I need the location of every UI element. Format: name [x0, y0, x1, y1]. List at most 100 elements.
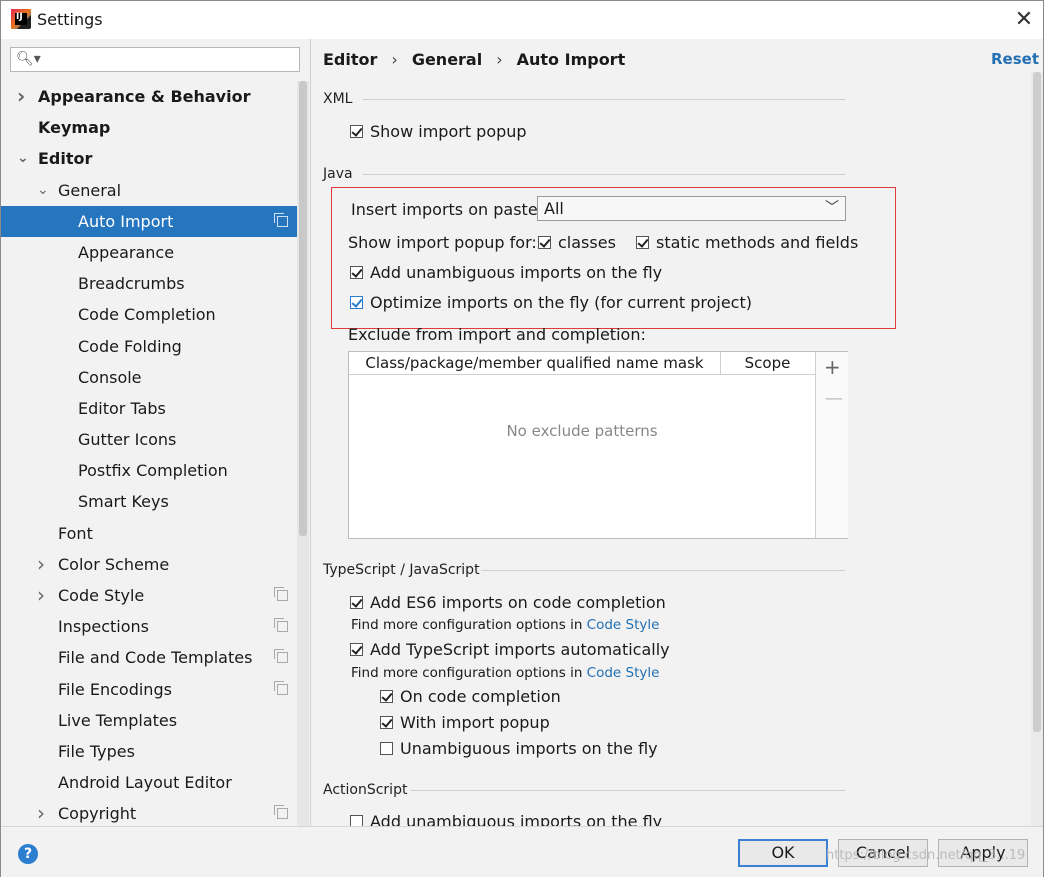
- sidebar-item-label: Postfix Completion: [78, 461, 228, 481]
- code-style-link[interactable]: Code Style: [587, 665, 660, 681]
- sidebar-item-auto-import[interactable]: Auto Import: [1, 205, 297, 237]
- sidebar-item-label: Console: [78, 367, 142, 387]
- popup-static-checkbox[interactable]: static methods and fields: [636, 233, 858, 252]
- plus-icon[interactable]: +: [824, 355, 841, 379]
- as-unambiguous-checkbox[interactable]: Add unambiguous imports on the fly: [350, 812, 662, 826]
- sidebar-item-editor-tabs[interactable]: Editor Tabs: [1, 393, 297, 424]
- sidebar-item-code-folding[interactable]: Code Folding: [1, 331, 297, 362]
- optimize-imports-checkbox[interactable]: Optimize imports on the fly (for current…: [350, 293, 752, 312]
- sidebar-item-label: Appearance & Behavior: [38, 87, 251, 106]
- divider: [411, 790, 845, 791]
- sidebar-item-label: File and Code Templates: [58, 648, 253, 668]
- add-unambiguous-checkbox[interactable]: Add unambiguous imports on the fly: [350, 263, 662, 282]
- sidebar-item-android-layout-editor[interactable]: Android Layout Editor: [1, 767, 297, 798]
- checkbox[interactable]: [380, 742, 393, 755]
- sidebar-item-label: File Types: [58, 741, 135, 761]
- sidebar-item-copyright[interactable]: › Copyright: [1, 798, 297, 826]
- sidebar-item-label: Font: [58, 523, 93, 543]
- sidebar-item-keymap[interactable]: Keymap: [1, 112, 297, 143]
- content-scrollbar[interactable]: [1031, 72, 1043, 826]
- sidebar-item-general[interactable]: ⌄ General: [1, 175, 297, 206]
- chevron-down-icon[interactable]: ⌄: [17, 143, 29, 174]
- checkbox[interactable]: [350, 266, 363, 279]
- checkbox[interactable]: [350, 125, 363, 138]
- window-title: Settings: [37, 10, 103, 29]
- unambiguous-fly-checkbox[interactable]: Unambiguous imports on the fly: [380, 739, 658, 758]
- content-scrollbar-thumb[interactable]: [1033, 72, 1041, 732]
- on-code-completion-checkbox[interactable]: On code completion: [380, 687, 561, 706]
- reset-link[interactable]: Reset: [991, 50, 1039, 68]
- table-header: Class/package/member qualified name mask…: [349, 352, 815, 375]
- sidebar-item-smart-keys[interactable]: Smart Keys: [1, 486, 297, 517]
- insert-imports-label: Insert imports on paste:: [351, 200, 544, 219]
- sidebar-item-console[interactable]: Console: [1, 362, 297, 393]
- checkbox[interactable]: [350, 643, 363, 656]
- search-icon: 🔍︎▾: [16, 51, 41, 67]
- auto-import-panel: Editor › General › Auto Import Reset XML Sho…: [311, 39, 1043, 826]
- sidebar-scrollbar[interactable]: [297, 81, 309, 826]
- section-xml: XML: [323, 91, 353, 107]
- popup-classes-checkbox[interactable]: classes: [538, 233, 616, 252]
- sidebar-item-code-completion[interactable]: Code Completion: [1, 299, 297, 330]
- checkbox[interactable]: [350, 296, 363, 309]
- ok-button[interactable]: OK: [738, 839, 828, 867]
- section-actionscript: ActionScript: [323, 782, 408, 798]
- sidebar-item-label: Editor Tabs: [78, 398, 166, 418]
- insert-imports-select[interactable]: All ﹀: [537, 196, 846, 221]
- sidebar-item-breadcrumbs[interactable]: Breadcrumbs: [1, 268, 297, 299]
- sidebar-item-appearance[interactable]: Appearance: [1, 237, 297, 268]
- sidebar-item-label: Code Folding: [78, 336, 182, 356]
- sidebar-item-file-encodings[interactable]: File Encodings: [1, 674, 297, 705]
- breadcrumb-separator: ›: [496, 50, 503, 69]
- show-popup-for-label: Show import popup for:: [348, 233, 537, 252]
- checkbox[interactable]: [380, 716, 393, 729]
- sidebar-item-label: Code Completion: [78, 305, 216, 325]
- sidebar-item-label: Appearance: [78, 242, 175, 262]
- project-scope-icon: [274, 587, 288, 601]
- checkbox[interactable]: [538, 236, 551, 249]
- divider: [363, 99, 845, 100]
- sidebar-item-file-types[interactable]: File Types: [1, 736, 297, 767]
- sidebar-item-editor[interactable]: ⌄ Editor: [1, 143, 297, 174]
- column-header-mask[interactable]: Class/package/member qualified name mask: [349, 352, 721, 374]
- checkbox[interactable]: [636, 236, 649, 249]
- sidebar-item-label: Breadcrumbs: [78, 274, 185, 294]
- chevron-right-icon[interactable]: ›: [37, 580, 45, 611]
- sidebar-item-label: Code Style: [58, 586, 145, 605]
- sidebar-item-live-templates[interactable]: Live Templates: [1, 705, 297, 736]
- checkbox[interactable]: [380, 690, 393, 703]
- find-more-text: Find more configuration options in Code …: [351, 665, 660, 681]
- column-header-scope[interactable]: Scope: [720, 352, 815, 374]
- sidebar-item-inspections[interactable]: Inspections: [1, 611, 297, 642]
- help-icon[interactable]: ?: [18, 844, 38, 864]
- find-more-text: Find more configuration options in Code …: [351, 617, 660, 633]
- chevron-down-icon[interactable]: ⌄: [37, 175, 49, 206]
- chevron-right-icon[interactable]: ›: [17, 81, 25, 112]
- search-input[interactable]: 🔍︎▾: [10, 47, 300, 72]
- sidebar-scrollbar-thumb[interactable]: [299, 81, 307, 536]
- project-scope-icon: [274, 680, 288, 695]
- sidebar-item-gutter-icons[interactable]: Gutter Icons: [1, 424, 297, 455]
- sidebar-item-font[interactable]: Font: [1, 518, 297, 549]
- close-icon[interactable]: ✕: [1011, 7, 1037, 33]
- sidebar-item-postfix-completion[interactable]: Postfix Completion: [1, 455, 297, 486]
- minus-icon[interactable]: —: [825, 388, 843, 409]
- breadcrumb-editor: Editor: [323, 50, 378, 69]
- code-style-link[interactable]: Code Style: [587, 617, 660, 633]
- es6-imports-checkbox[interactable]: Add ES6 imports on code completion: [350, 593, 666, 612]
- sidebar-item-appearance-behavior[interactable]: › Appearance & Behavior: [1, 81, 297, 112]
- sidebar-item-label: Color Scheme: [58, 554, 170, 574]
- chevron-right-icon[interactable]: ›: [37, 549, 45, 580]
- sidebar-item-label: Android Layout Editor: [58, 773, 232, 793]
- sidebar-item-label: Copyright: [58, 804, 137, 824]
- sidebar-item-code-style[interactable]: › Code Style: [1, 580, 297, 611]
- checkbox[interactable]: [350, 815, 363, 826]
- ts-auto-imports-checkbox[interactable]: Add TypeScript imports automatically: [350, 640, 670, 659]
- with-import-popup-checkbox[interactable]: With import popup: [380, 713, 550, 732]
- checkbox[interactable]: [350, 596, 363, 609]
- xml-show-import-popup[interactable]: Show import popup: [350, 122, 527, 141]
- sidebar-item-file-and-code-templates[interactable]: File and Code Templates: [1, 642, 297, 673]
- chevron-right-icon[interactable]: ›: [37, 798, 45, 826]
- sidebar-item-color-scheme[interactable]: › Color Scheme: [1, 549, 297, 580]
- breadcrumb: Editor › General › Auto Import: [323, 50, 639, 69]
